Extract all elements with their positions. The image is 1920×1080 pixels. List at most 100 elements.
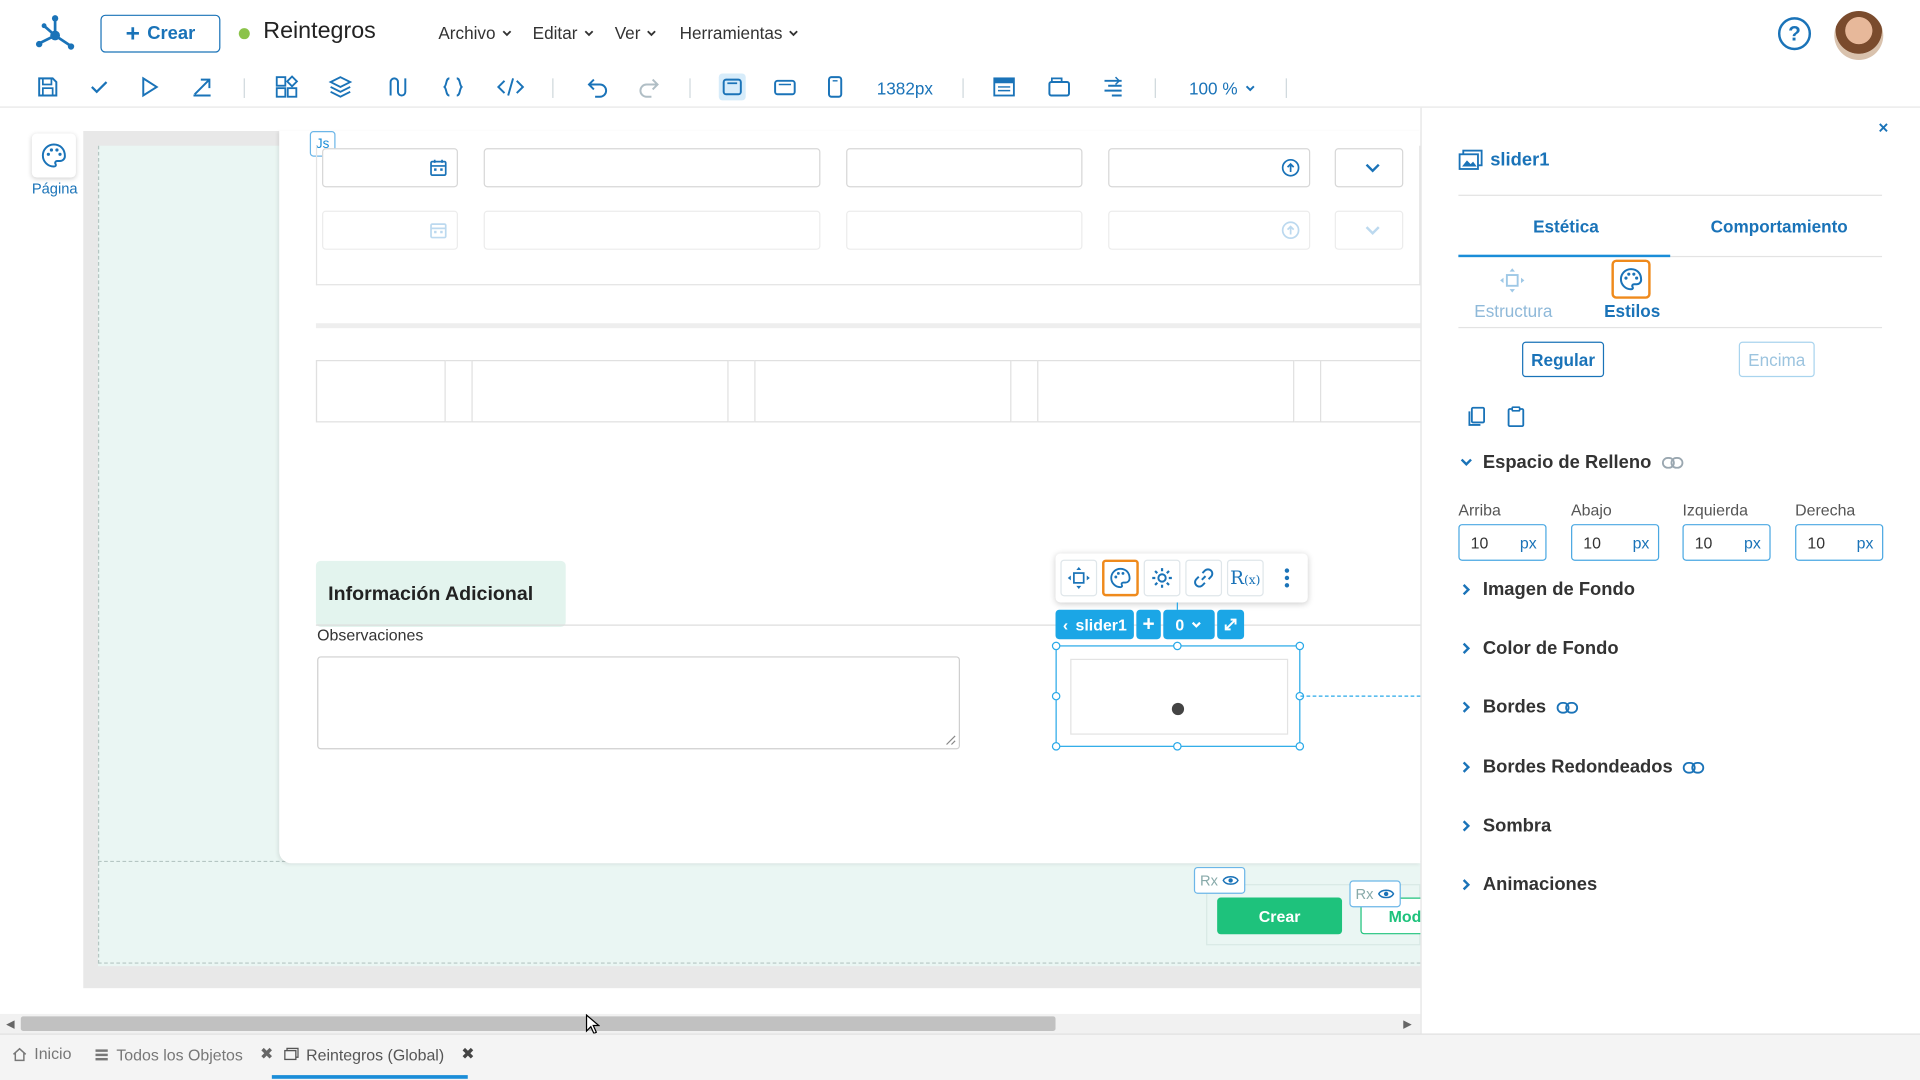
form-create-button[interactable]: Crear (1217, 897, 1343, 935)
close-tab-icon[interactable]: ✖ (260, 1044, 273, 1064)
canvas-width[interactable]: 1382px (877, 78, 933, 98)
scroll-right-icon[interactable]: ▶ (1403, 1018, 1411, 1031)
close-icon[interactable]: × (1878, 118, 1888, 138)
instance-select[interactable]: 0 (1163, 609, 1215, 640)
publish-icon[interactable] (190, 75, 214, 99)
scrollbar-thumb[interactable] (20, 1016, 1056, 1032)
link-icon[interactable] (1682, 760, 1705, 775)
component-tag[interactable]: ‹ slider1 (1055, 609, 1134, 640)
text-field[interactable] (483, 210, 821, 250)
styles-button[interactable] (1102, 559, 1139, 597)
check-icon[interactable] (87, 75, 111, 99)
subtab-estilos[interactable]: Estilos (1604, 301, 1660, 321)
braces-icon[interactable] (441, 75, 465, 99)
desktop-view-icon[interactable] (718, 73, 746, 101)
resize-handle[interactable] (1295, 742, 1305, 751)
settings-button[interactable] (1143, 559, 1181, 597)
date-field[interactable] (322, 148, 458, 188)
upload-field[interactable] (1108, 210, 1311, 250)
menu-herramientas[interactable]: Herramientas (680, 23, 800, 43)
tab-reintegros-global[interactable]: Reintegros (Global) ✖ (284, 1044, 475, 1064)
resize-handle[interactable] (1051, 742, 1061, 751)
state-encima-button[interactable]: Encima (1738, 341, 1815, 378)
section-background-color[interactable]: Color de Fondo (1460, 638, 1619, 659)
table-cell[interactable] (1037, 360, 1295, 423)
redo-icon[interactable] (637, 75, 661, 99)
section-background-image[interactable]: Imagen de Fondo (1460, 579, 1635, 600)
container-icon[interactable] (1047, 75, 1071, 99)
resize-handle[interactable] (1051, 691, 1061, 701)
expand-button[interactable] (1217, 609, 1245, 640)
padding-bottom-input[interactable]: 10 px (1571, 524, 1660, 561)
slider-indicator-dot[interactable] (1171, 702, 1185, 716)
styles-tab-button[interactable] (1611, 259, 1651, 299)
flow-icon[interactable] (384, 75, 408, 99)
section-rounded-borders[interactable]: Bordes Redondeados (1460, 757, 1705, 778)
add-component-button[interactable]: + (1136, 609, 1161, 640)
app-logo-icon[interactable] (34, 12, 76, 54)
resize-handle[interactable] (1051, 641, 1061, 651)
rx-button[interactable]: R(x) (1226, 559, 1264, 597)
section-shadow[interactable]: Sombra (1460, 816, 1551, 836)
close-tab-icon[interactable]: ✖ (461, 1044, 474, 1064)
rx-visibility-tag[interactable]: Rx (1349, 880, 1401, 908)
padding-left-input[interactable]: 10 px (1682, 524, 1771, 561)
text-field[interactable] (483, 148, 821, 188)
components-icon[interactable] (274, 75, 299, 99)
date-field[interactable] (322, 210, 458, 250)
menu-archivo[interactable]: Archivo (438, 23, 512, 43)
link-button[interactable] (1185, 559, 1223, 597)
section-borders[interactable]: Bordes (1460, 697, 1578, 718)
menu-editar[interactable]: Editar (533, 23, 595, 43)
table-cell[interactable] (471, 360, 729, 423)
tab-comportamiento[interactable]: Comportamiento (1711, 217, 1848, 237)
header-layout-icon[interactable] (992, 75, 1016, 99)
move-button[interactable] (1060, 559, 1098, 597)
link-icon[interactable] (1556, 700, 1578, 715)
text-field[interactable] (846, 148, 1083, 188)
avatar[interactable] (1834, 11, 1884, 61)
upload-field[interactable] (1108, 148, 1311, 188)
zoom-select[interactable]: 100 % (1189, 78, 1256, 98)
dropdown-field[interactable] (1334, 210, 1404, 250)
subtab-estructura[interactable]: Estructura (1474, 301, 1552, 321)
state-regular-button[interactable]: Regular (1522, 341, 1605, 378)
table-cell[interactable] (754, 360, 1012, 423)
paste-styles-icon[interactable] (1505, 405, 1527, 428)
structure-tab-button[interactable] (1499, 267, 1526, 294)
page-styles-button[interactable] (31, 133, 76, 178)
link-icon[interactable] (1661, 455, 1683, 470)
observations-textarea[interactable] (317, 656, 961, 750)
code-icon[interactable] (496, 75, 525, 99)
menu-ver[interactable]: Ver (615, 23, 658, 43)
undo-icon[interactable] (585, 75, 609, 99)
table-cell[interactable] (315, 360, 446, 423)
table-cell[interactable] (1320, 360, 1421, 423)
text-field[interactable] (846, 210, 1083, 250)
play-icon[interactable] (137, 75, 161, 99)
dropdown-field[interactable] (1334, 148, 1404, 188)
tab-estetica[interactable]: Estética (1533, 217, 1599, 237)
mobile-view-icon[interactable] (823, 75, 847, 99)
scroll-left-icon[interactable]: ◀ (6, 1018, 14, 1031)
save-icon[interactable] (36, 75, 60, 99)
create-button[interactable]: + Crear (100, 14, 221, 53)
layers-icon[interactable] (328, 75, 353, 99)
help-icon[interactable]: ? (1777, 17, 1812, 51)
align-icon[interactable] (1101, 75, 1125, 99)
resize-handle[interactable] (1173, 742, 1182, 751)
section-animations[interactable]: Animaciones (1460, 874, 1597, 895)
tab-inicio[interactable]: Inicio (12, 1044, 71, 1063)
padding-top-input[interactable]: 10 px (1458, 524, 1547, 561)
rx-visibility-tag[interactable]: Rx (1193, 866, 1245, 894)
resize-handle[interactable] (1173, 641, 1182, 651)
section-padding[interactable]: Espacio de Relleno (1460, 452, 1684, 473)
padding-right-input[interactable]: 10 px (1795, 524, 1884, 561)
copy-styles-icon[interactable] (1466, 405, 1488, 427)
panel-divider (1458, 326, 1883, 329)
more-options-button[interactable] (1268, 559, 1306, 597)
resize-handle[interactable] (1295, 641, 1305, 651)
tab-all-objects[interactable]: Todos los Objetos ✖ (94, 1044, 273, 1064)
slider-component[interactable] (1070, 658, 1289, 735)
tablet-view-icon[interactable] (773, 75, 797, 99)
